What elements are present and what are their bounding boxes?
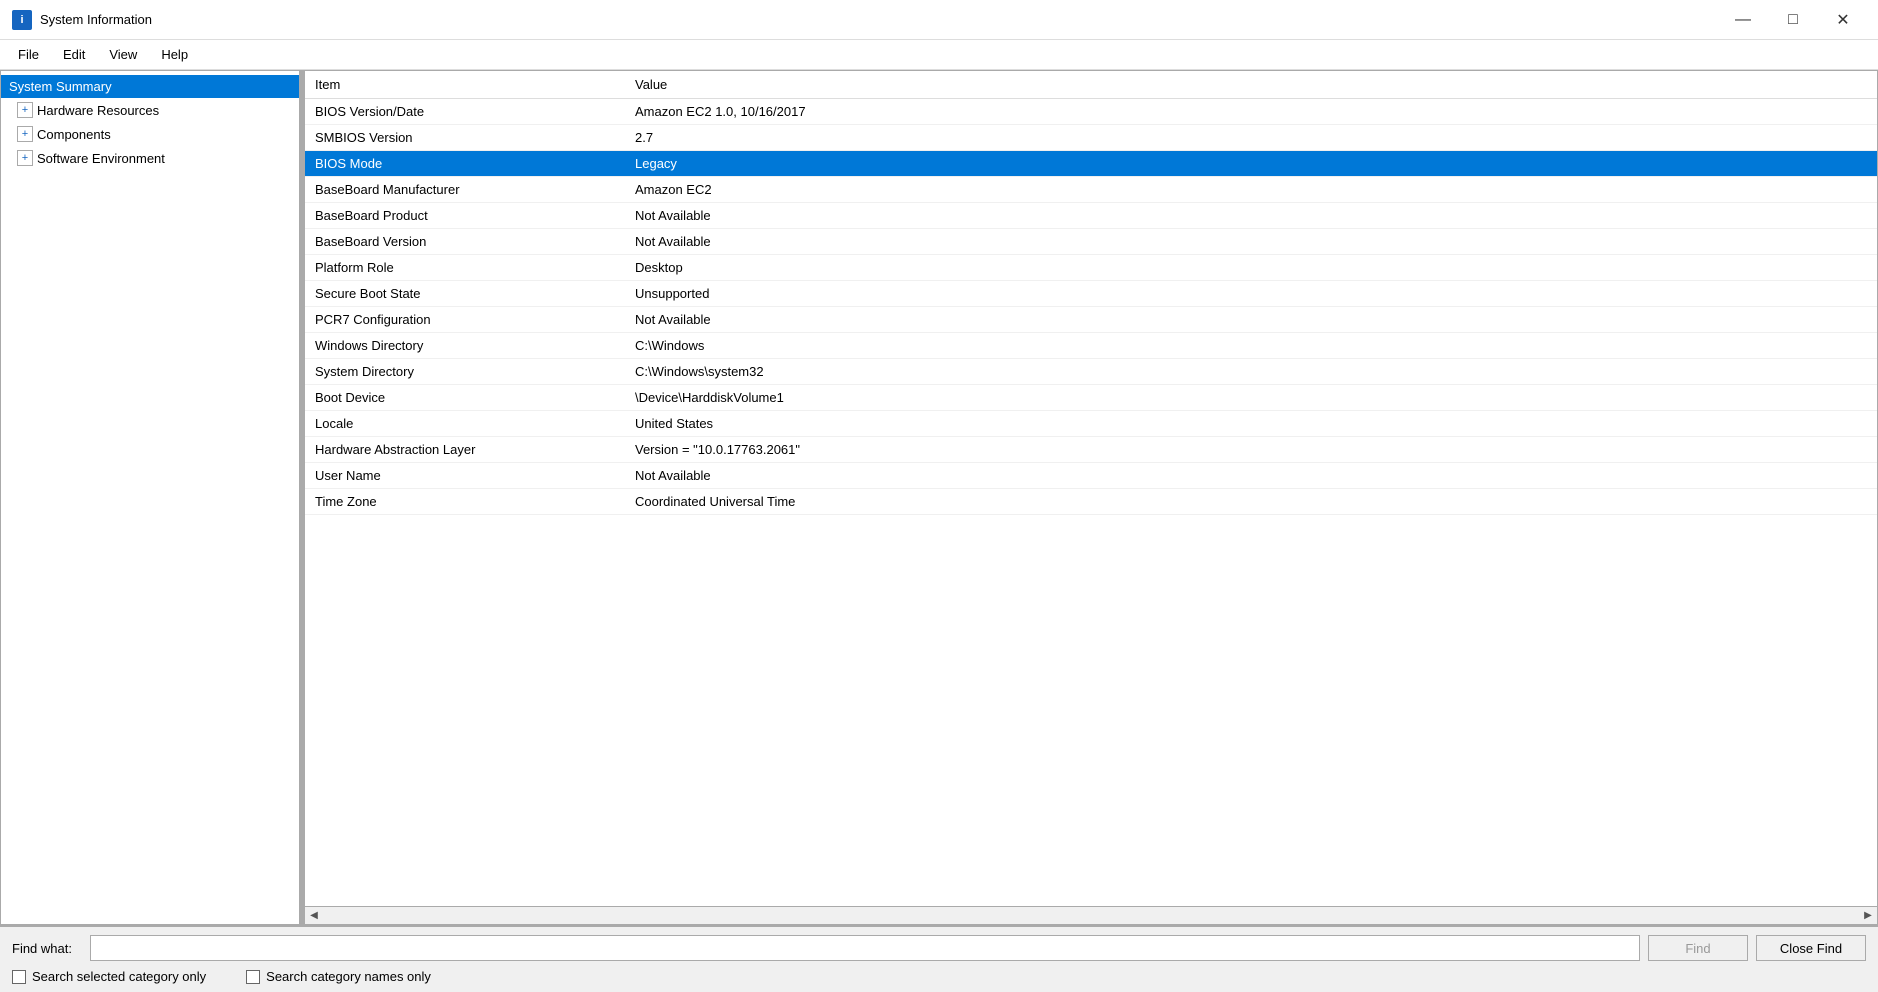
menu-edit[interactable]: Edit	[53, 44, 95, 65]
window-title: System Information	[40, 12, 152, 27]
menu-file[interactable]: File	[8, 44, 49, 65]
horizontal-scrollbar[interactable]: ◀ ▶	[305, 906, 1877, 924]
checkbox-category-names-box[interactable]	[246, 970, 260, 984]
window-controls: — □ ✕	[1720, 6, 1866, 34]
table-row[interactable]: BaseBoard ManufacturerAmazon EC2	[305, 177, 1877, 203]
app-icon-letter: i	[20, 14, 23, 26]
expand-software-icon[interactable]: +	[17, 150, 33, 166]
tree-item-system-summary[interactable]: System Summary	[1, 75, 299, 98]
table-row[interactable]: Time ZoneCoordinated Universal Time	[305, 489, 1877, 515]
hardware-resources-label: Hardware Resources	[37, 103, 159, 118]
table-row[interactable]: Platform RoleDesktop	[305, 255, 1877, 281]
scroll-left-arrow[interactable]: ◀	[305, 907, 323, 925]
table-cell-value: Not Available	[625, 307, 1877, 333]
table-cell-item: Secure Boot State	[305, 281, 625, 307]
expand-hardware-icon[interactable]: +	[17, 102, 33, 118]
find-row: Find what: Find Close Find	[12, 935, 1866, 961]
table-cell-value: Desktop	[625, 255, 1877, 281]
table-cell-item: Boot Device	[305, 385, 625, 411]
find-what-label: Find what:	[12, 941, 82, 956]
table-cell-value: Legacy	[625, 151, 1877, 177]
details-panel: Item Value BIOS Version/DateAmazon EC2 1…	[305, 71, 1877, 924]
title-bar: i System Information — □ ✕	[0, 0, 1878, 40]
table-cell-item: Time Zone	[305, 489, 625, 515]
tree-item-components[interactable]: + Components	[1, 122, 299, 146]
table-row[interactable]: BaseBoard ProductNot Available	[305, 203, 1877, 229]
find-button[interactable]: Find	[1648, 935, 1748, 961]
table-row[interactable]: Windows DirectoryC:\Windows	[305, 333, 1877, 359]
table-cell-item: BaseBoard Version	[305, 229, 625, 255]
table-row[interactable]: PCR7 ConfigurationNot Available	[305, 307, 1877, 333]
table-cell-value: Not Available	[625, 203, 1877, 229]
table-row[interactable]: BIOS ModeLegacy	[305, 151, 1877, 177]
find-input[interactable]	[90, 935, 1640, 961]
table-cell-item: Platform Role	[305, 255, 625, 281]
table-cell-item: PCR7 Configuration	[305, 307, 625, 333]
title-bar-left: i System Information	[12, 10, 152, 30]
table-cell-value: C:\Windows	[625, 333, 1877, 359]
table-cell-item: User Name	[305, 463, 625, 489]
table-row[interactable]: Boot Device\Device\HarddiskVolume1	[305, 385, 1877, 411]
table-row[interactable]: SMBIOS Version2.7	[305, 125, 1877, 151]
table-row[interactable]: BIOS Version/DateAmazon EC2 1.0, 10/16/2…	[305, 99, 1877, 125]
table-cell-value: Version = "10.0.17763.2061"	[625, 437, 1877, 463]
software-environment-label: Software Environment	[37, 151, 165, 166]
minimize-button[interactable]: —	[1720, 6, 1766, 34]
find-bar: Find what: Find Close Find Search select…	[0, 925, 1878, 992]
checkbox-selected-category[interactable]: Search selected category only	[12, 969, 206, 984]
components-label: Components	[37, 127, 111, 142]
table-row[interactable]: User NameNot Available	[305, 463, 1877, 489]
table-cell-item: BIOS Version/Date	[305, 99, 625, 125]
table-cell-item: System Directory	[305, 359, 625, 385]
table-cell-value: Not Available	[625, 229, 1877, 255]
table-cell-item: BaseBoard Product	[305, 203, 625, 229]
tree-panel[interactable]: System Summary + Hardware Resources + Co…	[1, 71, 301, 924]
system-summary-label: System Summary	[9, 79, 112, 94]
close-find-button[interactable]: Close Find	[1756, 935, 1866, 961]
scroll-right-arrow[interactable]: ▶	[1859, 907, 1877, 925]
table-row[interactable]: Hardware Abstraction LayerVersion = "10.…	[305, 437, 1877, 463]
checkbox-category-names[interactable]: Search category names only	[246, 969, 431, 984]
table-cell-item: SMBIOS Version	[305, 125, 625, 151]
menu-help[interactable]: Help	[151, 44, 198, 65]
scroll-track[interactable]	[323, 907, 1859, 925]
details-table: Item Value BIOS Version/DateAmazon EC2 1…	[305, 71, 1877, 515]
table-cell-value: United States	[625, 411, 1877, 437]
table-cell-value: C:\Windows\system32	[625, 359, 1877, 385]
table-row[interactable]: LocaleUnited States	[305, 411, 1877, 437]
tree-item-software-environment[interactable]: + Software Environment	[1, 146, 299, 170]
table-cell-value: Unsupported	[625, 281, 1877, 307]
expand-components-icon[interactable]: +	[17, 126, 33, 142]
main-content: System Summary + Hardware Resources + Co…	[0, 70, 1878, 925]
app-icon: i	[12, 10, 32, 30]
col-header-item: Item	[305, 71, 625, 99]
table-cell-value: \Device\HarddiskVolume1	[625, 385, 1877, 411]
menu-view[interactable]: View	[99, 44, 147, 65]
checkbox-category-names-label: Search category names only	[266, 969, 431, 984]
table-cell-item: Hardware Abstraction Layer	[305, 437, 625, 463]
table-cell-value: Amazon EC2 1.0, 10/16/2017	[625, 99, 1877, 125]
close-button[interactable]: ✕	[1820, 6, 1866, 34]
checkbox-selected-category-label: Search selected category only	[32, 969, 206, 984]
table-cell-item: Windows Directory	[305, 333, 625, 359]
details-table-wrapper[interactable]: Item Value BIOS Version/DateAmazon EC2 1…	[305, 71, 1877, 906]
table-row[interactable]: Secure Boot StateUnsupported	[305, 281, 1877, 307]
table-cell-value: Not Available	[625, 463, 1877, 489]
table-cell-item: Locale	[305, 411, 625, 437]
maximize-button[interactable]: □	[1770, 6, 1816, 34]
menu-bar: File Edit View Help	[0, 40, 1878, 70]
table-cell-value: Amazon EC2	[625, 177, 1877, 203]
checkboxes-row: Search selected category only Search cat…	[12, 969, 1866, 984]
col-header-value: Value	[625, 71, 1877, 99]
table-cell-item: BaseBoard Manufacturer	[305, 177, 625, 203]
table-row[interactable]: BaseBoard VersionNot Available	[305, 229, 1877, 255]
checkbox-selected-category-box[interactable]	[12, 970, 26, 984]
table-cell-value: Coordinated Universal Time	[625, 489, 1877, 515]
tree-item-hardware-resources[interactable]: + Hardware Resources	[1, 98, 299, 122]
table-row[interactable]: System DirectoryC:\Windows\system32	[305, 359, 1877, 385]
table-cell-value: 2.7	[625, 125, 1877, 151]
table-cell-item: BIOS Mode	[305, 151, 625, 177]
